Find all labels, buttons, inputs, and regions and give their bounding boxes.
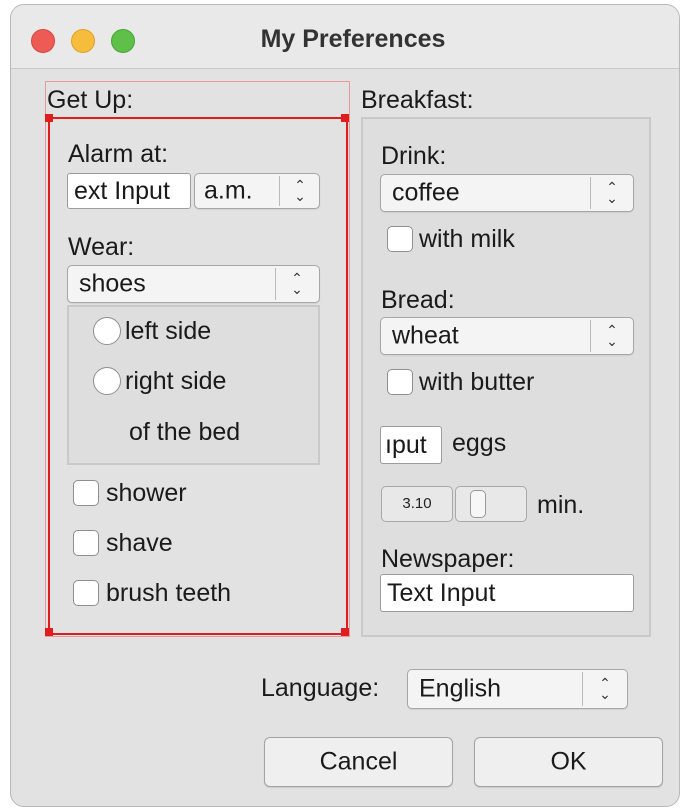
chevron-up-down-icon: ⌃ ⌄ [606, 322, 618, 349]
preferences-window: My Preferences Get Up: Alarm at: ext Inp… [10, 4, 680, 807]
window-title: My Preferences [260, 25, 446, 53]
right-side-label: right side [125, 367, 227, 395]
eggs-label: eggs [452, 429, 507, 457]
ampm-select-value: a.m. [204, 176, 253, 205]
newspaper-input[interactable]: Text Input [380, 574, 634, 612]
bread-select-divider [590, 320, 591, 352]
newspaper-label: Newspaper: [381, 545, 515, 573]
selection-handle-bottom-left[interactable] [45, 628, 53, 636]
language-label: Language: [261, 674, 380, 702]
bread-label: Bread: [381, 286, 455, 314]
language-select-value: English [419, 674, 501, 703]
ok-button-label: OK [550, 747, 587, 776]
shower-label: shower [106, 479, 187, 507]
ok-button[interactable]: OK [474, 737, 663, 787]
drink-select-value: coffee [392, 178, 460, 207]
ampm-select-divider [279, 176, 280, 206]
shave-label: shave [106, 529, 173, 557]
with-milk-label: with milk [419, 225, 515, 253]
left-side-radio[interactable] [93, 317, 121, 345]
alarm-label: Alarm at: [68, 140, 169, 168]
cancel-button[interactable]: Cancel [264, 737, 453, 787]
minutes-label: min. [537, 491, 585, 519]
wear-select-divider [275, 268, 276, 300]
selection-handle-top-right[interactable] [341, 114, 349, 122]
chevron-up-down-icon: ⌃ ⌄ [606, 179, 618, 206]
wear-label: Wear: [68, 233, 135, 261]
right-side-radio[interactable] [93, 367, 121, 395]
breakfast-group-label: Breakfast: [361, 86, 474, 114]
title-bar: My Preferences [11, 5, 679, 69]
cancel-button-label: Cancel [319, 747, 398, 776]
bread-select[interactable]: wheat ⌃ ⌄ [380, 317, 634, 355]
alarm-time-input[interactable]: ext Input [67, 173, 191, 209]
minutes-value: 3.10 [381, 486, 453, 522]
minutes-slider[interactable] [455, 486, 527, 522]
slider-knob[interactable] [470, 490, 486, 518]
brush-teeth-checkbox[interactable] [73, 580, 99, 606]
with-milk-checkbox[interactable] [387, 226, 413, 252]
bread-select-value: wheat [392, 321, 459, 350]
chevron-up-down-icon: ⌃ ⌄ [294, 177, 306, 204]
wear-select[interactable]: shoes ⌃ ⌄ [67, 265, 320, 303]
language-select-divider [582, 672, 583, 706]
with-butter-checkbox[interactable] [387, 369, 413, 395]
drink-select-divider [590, 177, 591, 209]
drink-select[interactable]: coffee ⌃ ⌄ [380, 174, 634, 212]
selection-handle-bottom-right[interactable] [341, 628, 349, 636]
bed-label: of the bed [129, 418, 241, 446]
eggs-count-input[interactable]: ıput [380, 426, 442, 464]
left-side-label: left side [125, 317, 212, 345]
shower-checkbox[interactable] [73, 480, 99, 506]
shave-checkbox[interactable] [73, 530, 99, 556]
get-up-group-label: Get Up: [47, 86, 134, 114]
ampm-select[interactable]: a.m. ⌃ ⌄ [194, 173, 320, 209]
wear-select-value: shoes [79, 269, 146, 298]
brush-teeth-label: brush teeth [106, 579, 232, 607]
chevron-up-down-icon: ⌃ ⌄ [291, 270, 303, 297]
drink-label: Drink: [381, 142, 447, 170]
selection-handle-top-left[interactable] [45, 114, 53, 122]
with-butter-label: with butter [419, 368, 535, 396]
chevron-up-down-icon: ⌃ ⌄ [599, 675, 611, 702]
language-select[interactable]: English ⌃ ⌄ [407, 669, 628, 709]
